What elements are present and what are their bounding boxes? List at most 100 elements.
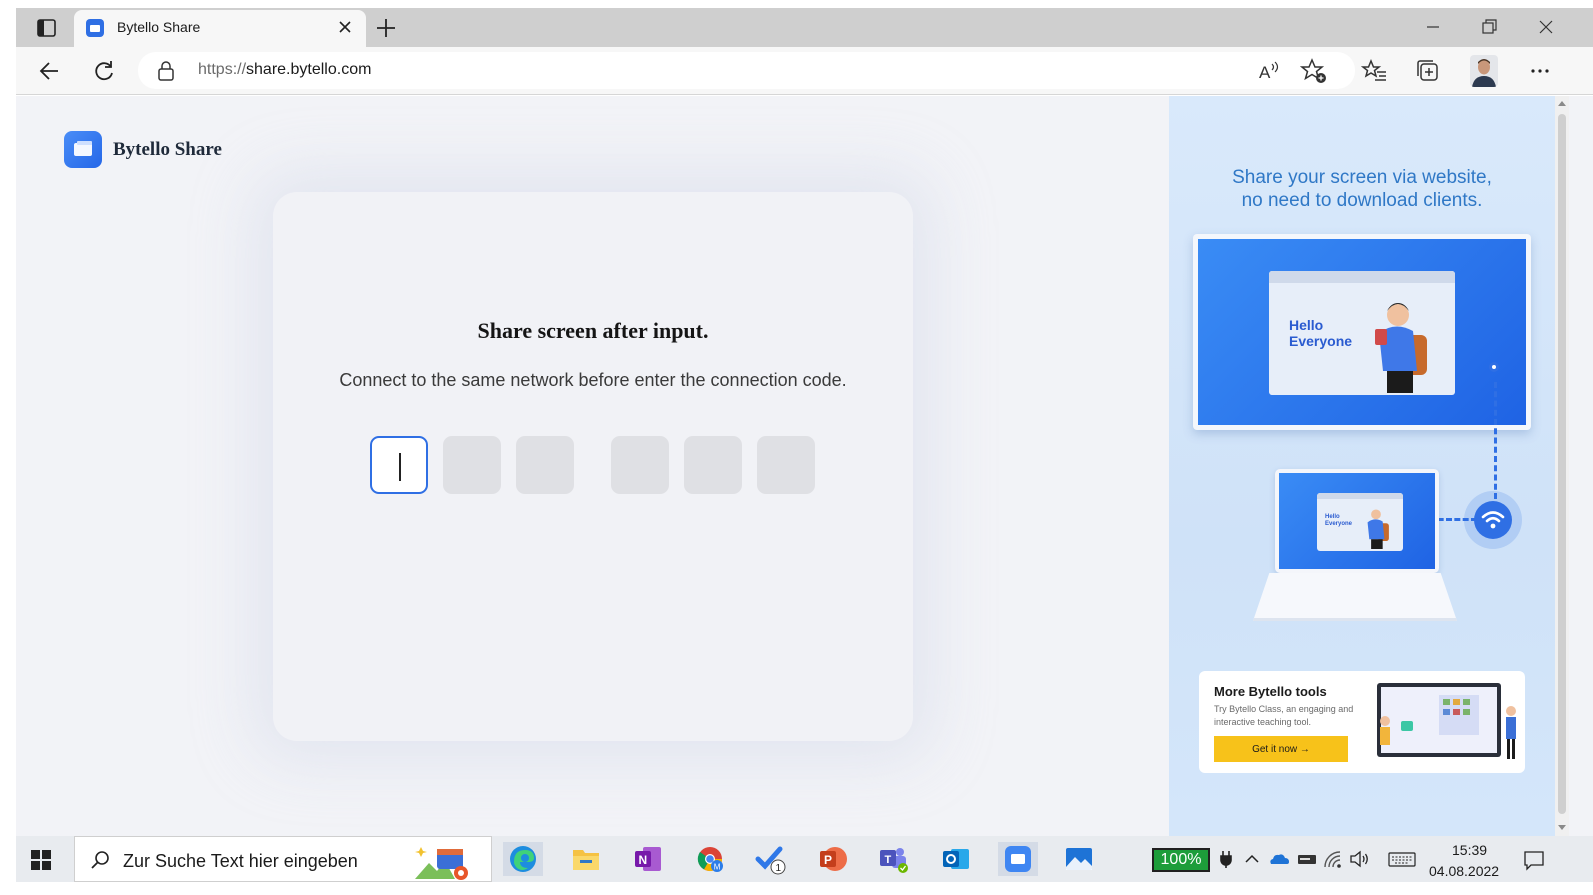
lock-icon[interactable]: [157, 61, 175, 81]
get-it-now-button[interactable]: Get it now →: [1214, 736, 1348, 762]
scroll-down-arrow-icon[interactable]: [1558, 825, 1566, 831]
presenter-figure-icon: [1375, 303, 1427, 393]
svg-text:N: N: [639, 853, 648, 867]
connection-dot: [1489, 362, 1499, 372]
tab-actions-icon[interactable]: [28, 17, 62, 39]
svg-text:T: T: [885, 854, 892, 866]
favorites-icon[interactable]: [1360, 57, 1389, 85]
panel-headline-line-2: no need to download clients.: [1241, 190, 1483, 211]
hello-line-2: Everyone: [1289, 333, 1353, 349]
svg-text:M: M: [714, 863, 721, 872]
network-drive-icon[interactable]: [1296, 849, 1316, 869]
hello-line-2: Everyone: [1325, 521, 1353, 527]
laptop-illustration: Hello Everyone: [1275, 469, 1439, 573]
onedrive-icon[interactable]: [1268, 849, 1289, 869]
monitor-illustration: Hello Everyone: [1193, 234, 1531, 430]
add-favorite-icon[interactable]: [1299, 57, 1328, 85]
hello-text: Hello Everyone: [1325, 514, 1352, 528]
svg-text:A: A: [1259, 63, 1271, 82]
edge-icon[interactable]: [503, 842, 543, 876]
minimize-icon[interactable]: [1421, 16, 1445, 38]
volume-icon[interactable]: [1349, 849, 1369, 869]
shared-window-illustration: Hello Everyone: [1269, 271, 1455, 395]
clock-time[interactable]: 15:39: [1452, 842, 1487, 858]
search-highlight-icon: [415, 847, 468, 880]
connection-card: Share screen after input. Connect to the…: [273, 192, 913, 741]
back-arrow-icon[interactable]: [36, 57, 64, 85]
wifi-icon: [1474, 501, 1512, 539]
todo-badge: 1: [776, 863, 782, 874]
code-input-1[interactable]: [370, 436, 428, 494]
clock-date[interactable]: 04.08.2022: [1429, 863, 1499, 879]
tab-title: Bytello Share: [117, 19, 201, 35]
tab-strip: Bytello Share: [16, 8, 1593, 47]
url-scheme: https://: [198, 61, 247, 78]
promo-description: Try Bytello Class, an engaging and inter…: [1214, 704, 1354, 727]
hello-line-1: Hello: [1325, 514, 1340, 520]
search-icon: [89, 849, 111, 871]
notification-center-icon[interactable]: [1522, 848, 1546, 872]
bytello-logo-icon: [64, 131, 102, 168]
windows-taskbar: Zur Suche Text hier eingeben N M 1 P T 1…: [16, 836, 1593, 882]
scroll-up-arrow-icon[interactable]: [1558, 100, 1566, 106]
shared-window-illustration: Hello Everyone: [1317, 493, 1403, 551]
page-scrollbar[interactable]: [1555, 96, 1569, 836]
promo-panel: Share your screen via website, no need t…: [1169, 96, 1555, 836]
chevron-up-icon[interactable]: [1242, 849, 1262, 869]
bytello-favicon-icon: [86, 19, 104, 37]
photos-icon[interactable]: [1059, 842, 1099, 876]
scroll-thumb[interactable]: [1558, 114, 1566, 814]
laptop-keyboard: [1253, 573, 1457, 621]
keyboard-icon[interactable]: [1388, 849, 1416, 869]
close-icon[interactable]: [336, 18, 354, 36]
classroom-board-illustration: [1377, 683, 1516, 759]
hello-text: Hello Everyone: [1289, 317, 1352, 349]
teams-icon[interactable]: T: [874, 842, 914, 876]
code-input-5[interactable]: [684, 436, 742, 494]
code-input-4[interactable]: [611, 436, 669, 494]
window-bar: [1269, 271, 1455, 283]
restore-icon[interactable]: [1477, 16, 1501, 38]
onenote-icon[interactable]: N: [628, 842, 668, 876]
code-input-2[interactable]: [443, 436, 501, 494]
promo-title: More Bytello tools: [1214, 684, 1327, 699]
more-tools-card: More Bytello tools Try Bytello Class, an…: [1199, 671, 1525, 773]
text-caret: [399, 453, 401, 481]
refresh-icon[interactable]: [90, 57, 118, 85]
url-text[interactable]: https://share.bytello.com: [198, 61, 371, 79]
new-tab-icon[interactable]: [373, 15, 399, 41]
web-content: Bytello Share Share screen after input. …: [16, 96, 1593, 836]
code-input-3[interactable]: [516, 436, 574, 494]
url-host: share.bytello.com: [246, 61, 372, 78]
address-bar[interactable]: https://share.bytello.com: [138, 52, 1355, 89]
power-plug-icon[interactable]: [1216, 849, 1236, 869]
card-title: Share screen after input.: [477, 318, 709, 343]
battery-indicator[interactable]: 100%: [1152, 848, 1210, 872]
hello-line-1: Hello: [1289, 317, 1324, 333]
wifi-signal-icon[interactable]: [1322, 849, 1342, 869]
profile-avatar[interactable]: [1470, 55, 1498, 87]
file-explorer-icon[interactable]: [566, 842, 606, 876]
taskbar-search-box[interactable]: Zur Suche Text hier eingeben: [74, 836, 492, 882]
more-menu-icon[interactable]: [1526, 57, 1554, 85]
search-placeholder: Zur Suche Text hier eingeben: [123, 851, 358, 871]
todo-icon[interactable]: 1: [751, 842, 791, 876]
connection-line: [1494, 382, 1497, 499]
browser-toolbar: https://share.bytello.com A: [16, 47, 1593, 95]
presenter-figure-icon: [1367, 509, 1389, 549]
tab-bytello-share[interactable]: Bytello Share: [74, 10, 366, 47]
laptop-screen: Hello Everyone: [1279, 473, 1435, 569]
collections-icon[interactable]: [1414, 57, 1442, 85]
powerpoint-icon[interactable]: P: [813, 842, 853, 876]
code-input-6[interactable]: [757, 436, 815, 494]
panel-headline-line-1: Share your screen via website,: [1232, 167, 1492, 188]
chrome-icon[interactable]: M: [690, 842, 730, 876]
window-close-icon[interactable]: [1534, 16, 1558, 38]
bytello-icon[interactable]: [998, 842, 1038, 876]
windows-start-icon[interactable]: [29, 848, 53, 872]
outlook-icon[interactable]: [936, 842, 976, 876]
svg-text:P: P: [824, 853, 832, 867]
logo-text: Bytello Share: [113, 139, 222, 160]
read-aloud-icon[interactable]: A: [1255, 57, 1283, 85]
window-bar: [1317, 493, 1403, 499]
